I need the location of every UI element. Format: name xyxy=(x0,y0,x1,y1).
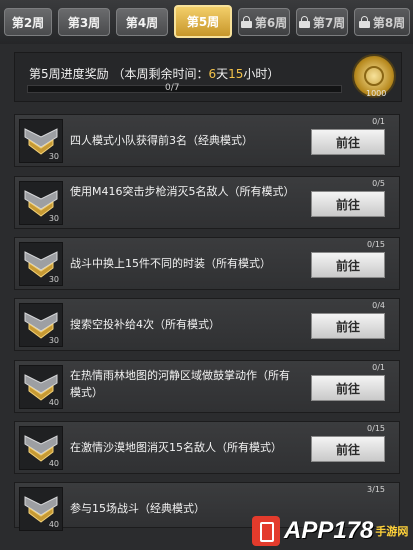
progress-title-prefix: 第5周进度奖励 xyxy=(29,67,109,81)
tab-week-4[interactable]: 第4周 xyxy=(116,8,168,36)
task-description: 在热情雨林地图的河静区域做鼓掌动作（所有模式） xyxy=(70,369,290,399)
tab-label: 第8周 xyxy=(372,15,406,30)
task-row: 30 使用M416突击步枪消灭5名敌人（所有模式） 0/5 前往 xyxy=(14,176,400,229)
badge-value: 40 xyxy=(48,459,59,468)
task-progress: 0/1 xyxy=(372,363,385,372)
tab-label: 第5周 xyxy=(186,15,220,29)
task-progress: 0/15 xyxy=(367,424,385,433)
progress-title: 第5周进度奖励 （本周剩余时间：6天15小时） xyxy=(29,65,279,82)
tab-label: 第7周 xyxy=(312,15,346,30)
task-description: 战斗中换上15件不同的时装（所有模式） xyxy=(70,257,271,270)
task-description: 在激情沙漠地图消灭15名敌人（所有模式） xyxy=(70,441,282,454)
remaining-prefix: （本周剩余时间： xyxy=(112,67,209,81)
task-row: 40 在激情沙漠地图消灭15名敌人（所有模式） 0/15 前往 xyxy=(14,421,400,474)
progress-count: 0/7 xyxy=(165,83,180,93)
task-description: 搜索空投补给4次（所有模式） xyxy=(70,318,220,331)
task-badge: 40 xyxy=(19,365,63,409)
badge-value: 30 xyxy=(48,336,59,345)
hours-unit: 小时） xyxy=(243,67,280,81)
coin-inner xyxy=(364,66,384,86)
remaining-hours: 15 xyxy=(228,67,244,81)
lock-icon xyxy=(240,16,252,28)
progress-bar xyxy=(27,85,342,93)
badge-value: 40 xyxy=(48,520,59,529)
weekly-progress-panel: 第5周进度奖励 （本周剩余时间：6天15小时） 0/7 1000 xyxy=(14,52,402,102)
task-progress: 0/15 xyxy=(367,240,385,249)
tab-week-7[interactable]: 第7周 xyxy=(296,8,348,36)
days-unit: 天 xyxy=(216,67,229,81)
task-badge: 30 xyxy=(19,119,63,163)
go-button[interactable]: 前往 xyxy=(311,191,385,217)
go-button[interactable]: 前往 xyxy=(311,313,385,339)
lock-icon xyxy=(358,16,370,28)
go-button[interactable]: 前往 xyxy=(311,375,385,401)
task-progress: 0/5 xyxy=(372,179,385,188)
go-button[interactable]: 前往 xyxy=(311,252,385,278)
remaining-days: 6 xyxy=(208,67,217,81)
tab-week-2[interactable]: 第2周 xyxy=(4,8,52,36)
tab-week-8[interactable]: 第8周 xyxy=(354,8,410,36)
phone-icon xyxy=(252,516,280,546)
watermark-sub: 手游网 xyxy=(375,525,409,538)
task-progress: 0/1 xyxy=(372,117,385,126)
tab-label: 第3周 xyxy=(67,15,101,30)
task-row: 30 搜索空投补给4次（所有模式） 0/4 前往 xyxy=(14,298,400,351)
tab-week-6[interactable]: 第6周 xyxy=(238,8,290,36)
week-tab-bar: 第2周 第3周 第4周 第5周 第6周 第7周 第8周 xyxy=(0,0,413,44)
lock-icon xyxy=(298,16,310,28)
site-watermark: APP178 手游网 xyxy=(252,512,413,550)
go-button[interactable]: 前往 xyxy=(311,436,385,462)
tab-week-3[interactable]: 第3周 xyxy=(58,8,110,36)
task-progress: 3/15 xyxy=(367,485,385,494)
task-badge: 30 xyxy=(19,303,63,347)
tab-week-5[interactable]: 第5周 xyxy=(174,5,232,38)
task-row: 30 战斗中换上15件不同的时装（所有模式） 0/15 前往 xyxy=(14,237,400,290)
task-badge: 40 xyxy=(19,426,63,470)
watermark-text: APP178 xyxy=(284,517,374,544)
badge-value: 40 xyxy=(48,398,59,407)
badge-value: 30 xyxy=(48,275,59,284)
task-description: 四人模式小队获得前3名（经典模式） xyxy=(70,134,253,147)
task-row: 30 四人模式小队获得前3名（经典模式） 0/1 前往 xyxy=(14,114,400,167)
reward-amount: 1000 xyxy=(366,89,387,98)
task-badge: 40 xyxy=(19,487,63,531)
go-button[interactable]: 前往 xyxy=(311,129,385,155)
task-row: 40 在热情雨林地图的河静区域做鼓掌动作（所有模式） 0/1 前往 xyxy=(14,360,400,413)
task-progress: 0/4 xyxy=(372,301,385,310)
task-description: 使用M416突击步枪消灭5名敌人（所有模式） xyxy=(70,185,295,198)
badge-value: 30 xyxy=(48,152,59,161)
task-badge: 30 xyxy=(19,242,63,286)
tab-label: 第2周 xyxy=(11,15,45,30)
badge-value: 30 xyxy=(48,214,59,223)
tab-label: 第4周 xyxy=(125,15,159,30)
task-badge: 30 xyxy=(19,181,63,225)
tab-label: 第6周 xyxy=(254,15,288,30)
